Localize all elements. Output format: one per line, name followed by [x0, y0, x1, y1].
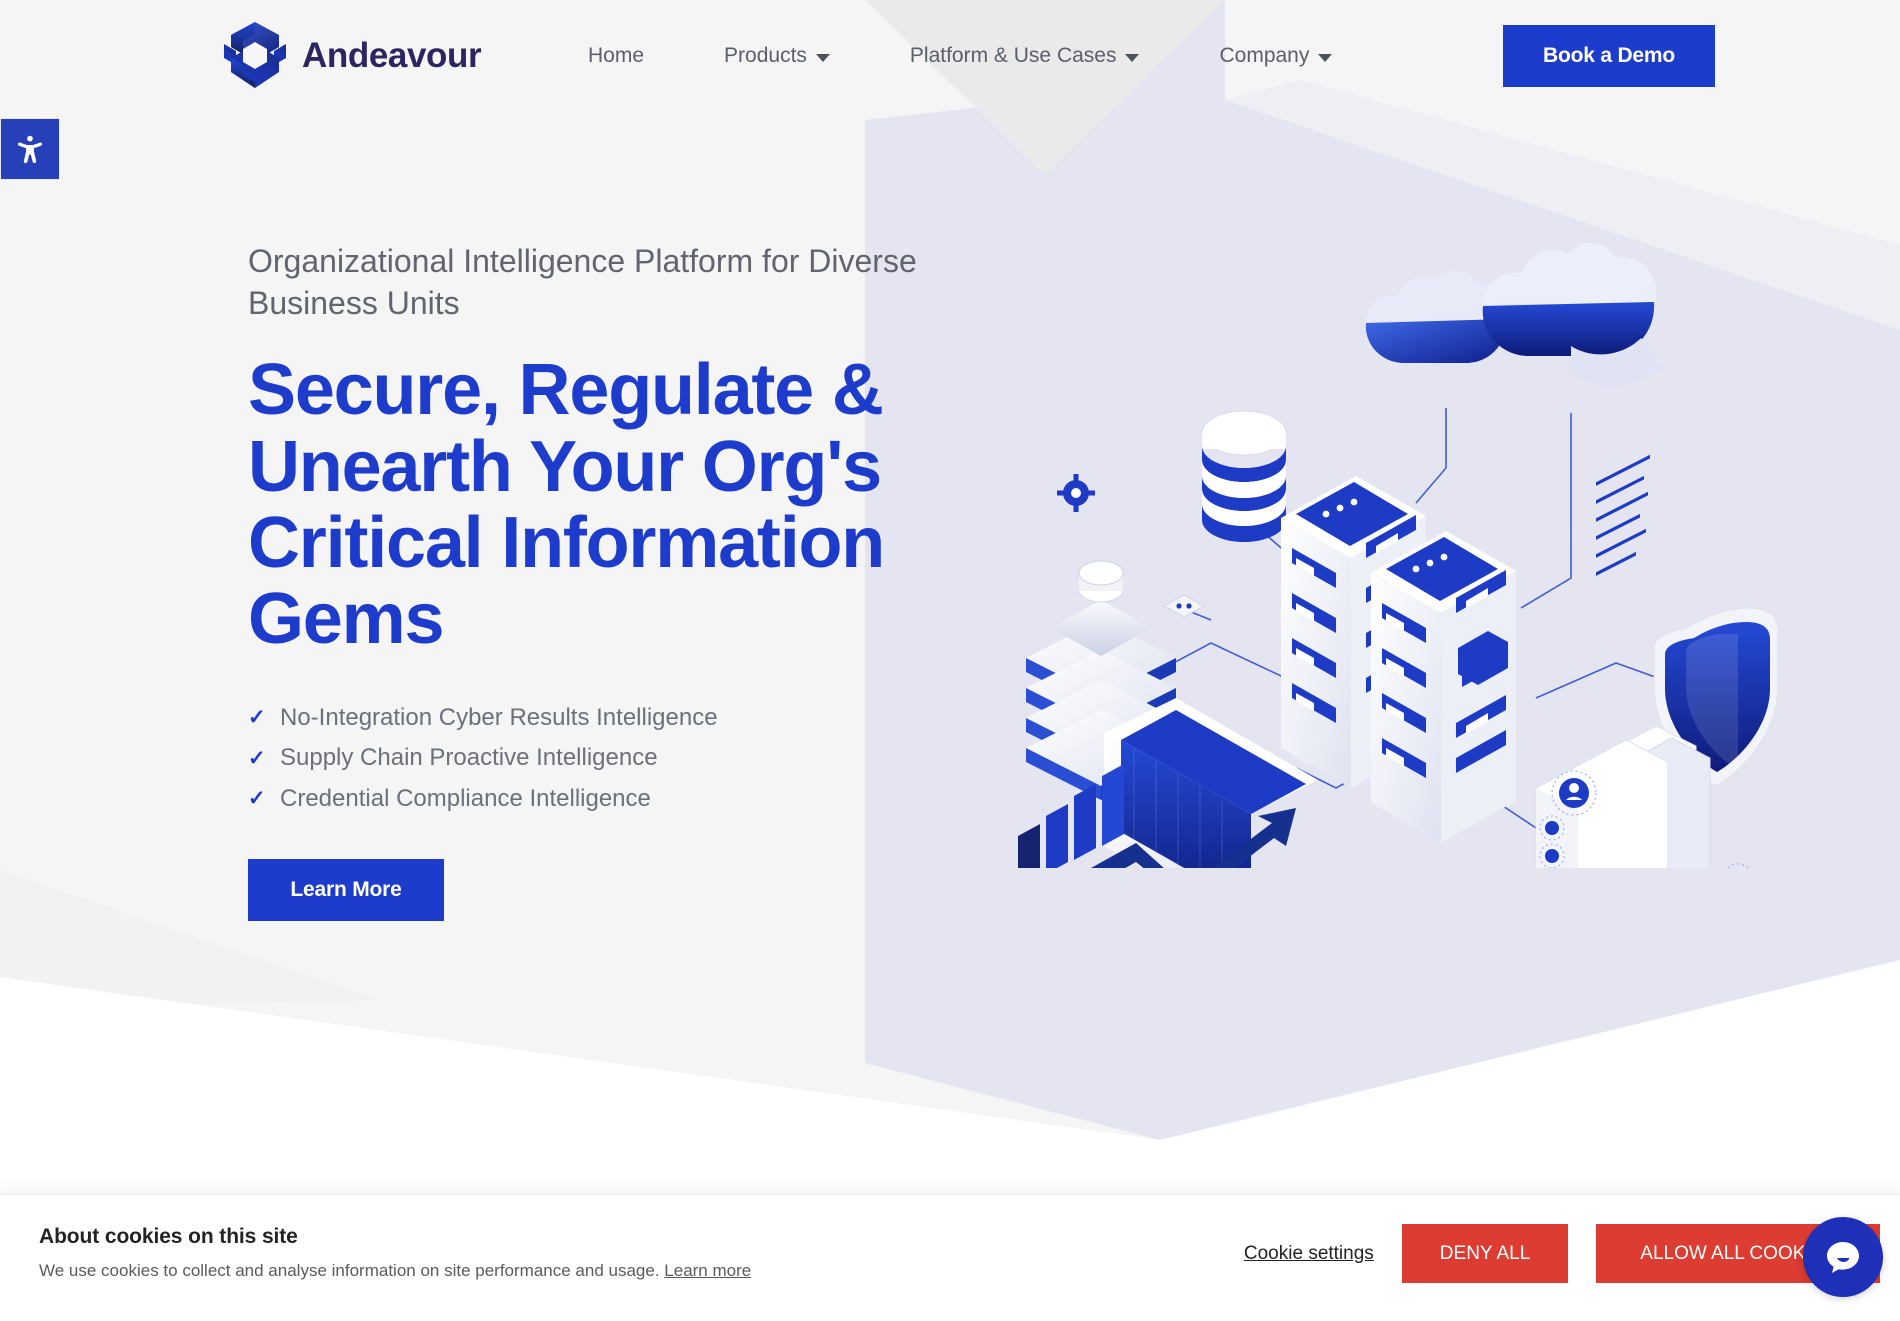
cookie-description-text: We use cookies to collect and analyse in…	[39, 1261, 660, 1280]
hero-illustration	[996, 228, 1876, 868]
accessibility-widget-button[interactable]	[0, 118, 60, 180]
hero-eyebrow: Organizational Intelligence Platform for…	[248, 243, 917, 322]
nav-item-company[interactable]: Company	[1179, 44, 1372, 68]
cookie-banner-text: About cookies on this site We use cookie…	[39, 1225, 751, 1282]
nav-item-label: Company	[1219, 44, 1310, 67]
chevron-down-icon	[815, 53, 830, 62]
cookie-banner-actions: Cookie settings DENY ALL ALLOW ALL COOKI…	[1244, 1224, 1880, 1283]
learn-more-button[interactable]: Learn More	[248, 859, 444, 922]
cookie-settings-link[interactable]: Cookie settings	[1244, 1243, 1374, 1265]
chevron-down-icon	[1125, 53, 1140, 62]
nav-item-label: Products	[724, 44, 807, 67]
cookie-banner-description: We use cookies to collect and analyse in…	[39, 1260, 751, 1282]
check-mark-icon: ✓	[248, 706, 266, 730]
list-item: ✓ Supply Chain Proactive Intelligence	[248, 738, 1068, 778]
accessibility-person-icon	[18, 135, 42, 164]
chat-bubble-icon	[1827, 1242, 1859, 1273]
page-root: Andeavour Home Products Platform & Use C…	[0, 0, 1900, 1321]
hero-section: Organizational Intelligence Platform for…	[248, 240, 1068, 922]
feature-label: Supply Chain Proactive Intelligence	[280, 744, 658, 772]
site-header: Andeavour Home Products Platform & Use C…	[0, 0, 1900, 116]
nav-item-label: Home	[588, 44, 645, 67]
primary-navigation: Home Products Platform & Use Cases Compa…	[548, 44, 1372, 68]
brand-logo-link[interactable]: Andeavour	[222, 20, 482, 90]
cookie-banner-title: About cookies on this site	[39, 1225, 298, 1248]
chevron-down-icon	[1318, 53, 1333, 62]
feature-label: Credential Compliance Intelligence	[280, 784, 651, 812]
check-mark-icon: ✓	[248, 746, 266, 770]
chat-widget-button[interactable]	[1803, 1217, 1883, 1297]
cookie-learn-more-link[interactable]: Learn more	[664, 1261, 751, 1280]
hero-feature-list: ✓ No-Integration Cyber Results Intellige…	[248, 698, 1068, 819]
isometric-cloud-data-infrastructure-illustration	[1018, 242, 1779, 868]
hexagon-cube-logo-icon	[224, 22, 286, 88]
feature-label: No-Integration Cyber Results Intelligenc…	[280, 703, 718, 731]
list-item: ✓ Credential Compliance Intelligence	[248, 779, 1068, 819]
hero-headline: Secure, Regulate & Unearth Your Org's Cr…	[248, 350, 885, 660]
nav-item-platform-use-cases[interactable]: Platform & Use Cases	[870, 44, 1180, 68]
book-a-demo-button[interactable]: Book a Demo	[1503, 25, 1715, 87]
check-mark-icon: ✓	[248, 787, 266, 811]
nav-item-products[interactable]: Products	[684, 44, 870, 68]
deny-all-button[interactable]: DENY ALL	[1401, 1224, 1569, 1283]
nav-item-label: Platform & Use Cases	[909, 44, 1117, 67]
nav-item-home[interactable]: Home	[548, 44, 684, 68]
cookie-consent-banner: About cookies on this site We use cookie…	[0, 1194, 1900, 1321]
list-item: ✓ No-Integration Cyber Results Intellige…	[248, 698, 1068, 738]
brand-name: Andeavour	[302, 35, 482, 75]
